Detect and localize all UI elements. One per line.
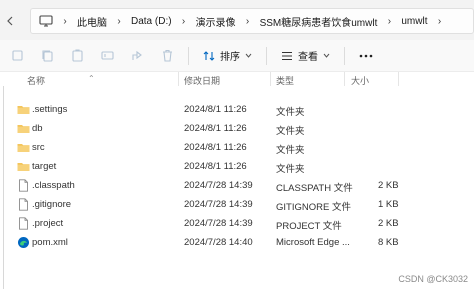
back-edge[interactable]: [0, 10, 22, 32]
file-row[interactable]: pom.xml 2024/7/28 14:40 Microsoft Edge ...…: [0, 233, 474, 252]
file-type: PROJECT 文件: [276, 221, 342, 232]
file-modified: 2024/7/28 14:39: [184, 199, 253, 210]
chevron-right-icon: ›: [437, 15, 442, 27]
file-row[interactable]: .project 2024/7/28 14:39 PROJECT 文件 2 KB: [0, 214, 474, 233]
file-icon: [17, 179, 30, 192]
file-size: 2 KB: [378, 218, 399, 229]
file-row[interactable]: .settings 2024/8/1 11:26 文件夹: [0, 100, 474, 119]
sort-label: 排序: [220, 52, 240, 63]
cut-icon[interactable]: [2, 43, 32, 69]
paste-icon[interactable]: [62, 43, 92, 69]
file-modified: 2024/8/1 11:26: [184, 123, 247, 134]
chevron-down-icon: [323, 53, 330, 58]
file-row[interactable]: .gitignore 2024/7/28 14:39 GITIGNORE 文件 1 K…: [0, 195, 474, 214]
edge-icon: [17, 236, 30, 249]
column-divider[interactable]: [344, 72, 345, 86]
file-modified: 2024/7/28 14:39: [184, 180, 253, 191]
file-list: ⌃ 名称 修改日期 类型 大小 .settings 2024/8/1 11:26 文…: [0, 72, 474, 289]
view-button[interactable]: 查看: [273, 43, 338, 69]
breadcrumb-item[interactable]: 演示录像: [190, 9, 242, 33]
file-type: CLASSPATH 文件: [276, 183, 353, 194]
file-name: .project: [32, 218, 64, 229]
breadcrumb-item[interactable]: SSM糖尿病患者饮食umwlt: [254, 9, 384, 33]
file-name: .gitignore: [32, 199, 72, 210]
file-type: 文件夹: [276, 107, 305, 118]
sort-caret-icon: ⌃: [88, 74, 95, 83]
file-row[interactable]: .classpath 2024/7/28 14:39 CLASSPATH 文件 2 K…: [0, 176, 474, 195]
chevron-right-icon: ›: [117, 15, 121, 27]
divider: [188, 46, 189, 65]
file-icon: [17, 217, 30, 230]
share-icon[interactable]: [122, 43, 152, 69]
rename-icon[interactable]: [92, 43, 122, 69]
view-icon: [282, 51, 292, 60]
column-name[interactable]: 名称: [27, 74, 45, 87]
file-name: pom.xml: [32, 237, 68, 248]
breadcrumb-item[interactable]: 此电脑: [71, 9, 113, 33]
copy-icon[interactable]: [32, 43, 62, 69]
chevron-right-icon: ›: [181, 15, 186, 27]
file-type: Microsoft Edge ...: [276, 237, 350, 248]
breadcrumb-item[interactable]: umwlt: [395, 9, 433, 33]
divider: [344, 46, 345, 65]
more-options-button[interactable]: [351, 43, 381, 69]
divider: [266, 46, 267, 65]
chevron-right-icon: ›: [63, 15, 67, 27]
folder-icon: [17, 122, 30, 135]
command-bar: 排序 查看: [0, 40, 474, 72]
folder-icon: [17, 160, 30, 173]
column-divider[interactable]: [398, 72, 399, 86]
sort-button[interactable]: 排序: [195, 43, 260, 69]
column-divider[interactable]: [270, 72, 271, 86]
chevron-right-icon: ›: [245, 15, 250, 27]
address-bar-region: › 此电脑 › Data (D:) › 演示录像 › SSM糖尿病患者饮食umw…: [0, 0, 474, 40]
chevron-left-icon: [7, 16, 13, 26]
file-size: 2 KB: [378, 180, 399, 191]
column-divider[interactable]: [178, 72, 179, 86]
column-type[interactable]: 类型: [276, 74, 294, 87]
chevron-down-icon: [245, 53, 252, 58]
file-row[interactable]: db 2024/8/1 11:26 文件夹: [0, 119, 474, 138]
file-type: 文件夹: [276, 145, 305, 156]
file-size: 8 KB: [378, 237, 399, 248]
column-header-row: ⌃ 名称 修改日期 类型 大小: [0, 72, 474, 86]
file-type: 文件夹: [276, 126, 305, 137]
column-modified[interactable]: 修改日期: [184, 74, 220, 87]
folder-icon: [17, 103, 30, 116]
file-name: .settings: [32, 104, 68, 115]
file-name: src: [32, 142, 45, 153]
chevron-right-icon: ›: [387, 15, 392, 27]
file-size: 1 KB: [378, 199, 399, 210]
view-label: 查看: [298, 52, 318, 63]
file-name: .classpath: [32, 180, 75, 191]
column-size[interactable]: 大小: [351, 74, 369, 87]
file-modified: 2024/7/28 14:40: [184, 237, 253, 248]
file-type: 文件夹: [276, 164, 305, 175]
file-modified: 2024/8/1 11:26: [184, 104, 247, 115]
file-modified: 2024/7/28 14:39: [184, 218, 253, 229]
address-bar[interactable]: › 此电脑 › Data (D:) › 演示录像 › SSM糖尿病患者饮食umw…: [30, 8, 474, 34]
file-icon: [17, 198, 30, 211]
file-row[interactable]: src 2024/8/1 11:26 文件夹: [0, 138, 474, 157]
more-icon: [359, 54, 373, 57]
file-modified: 2024/8/1 11:26: [184, 161, 247, 172]
file-name: db: [32, 123, 43, 134]
watermark: CSDN @CK3032: [398, 274, 468, 284]
folder-icon: [17, 141, 30, 154]
file-modified: 2024/8/1 11:26: [184, 142, 247, 153]
file-type: GITIGNORE 文件: [276, 202, 351, 213]
file-row[interactable]: target 2024/8/1 11:26 文件夹: [0, 157, 474, 176]
sort-icon: [203, 50, 215, 61]
file-name: target: [32, 161, 57, 172]
delete-icon[interactable]: [152, 43, 182, 69]
breadcrumb-item[interactable]: Data (D:): [125, 9, 178, 33]
computer-icon[interactable]: [31, 9, 59, 33]
